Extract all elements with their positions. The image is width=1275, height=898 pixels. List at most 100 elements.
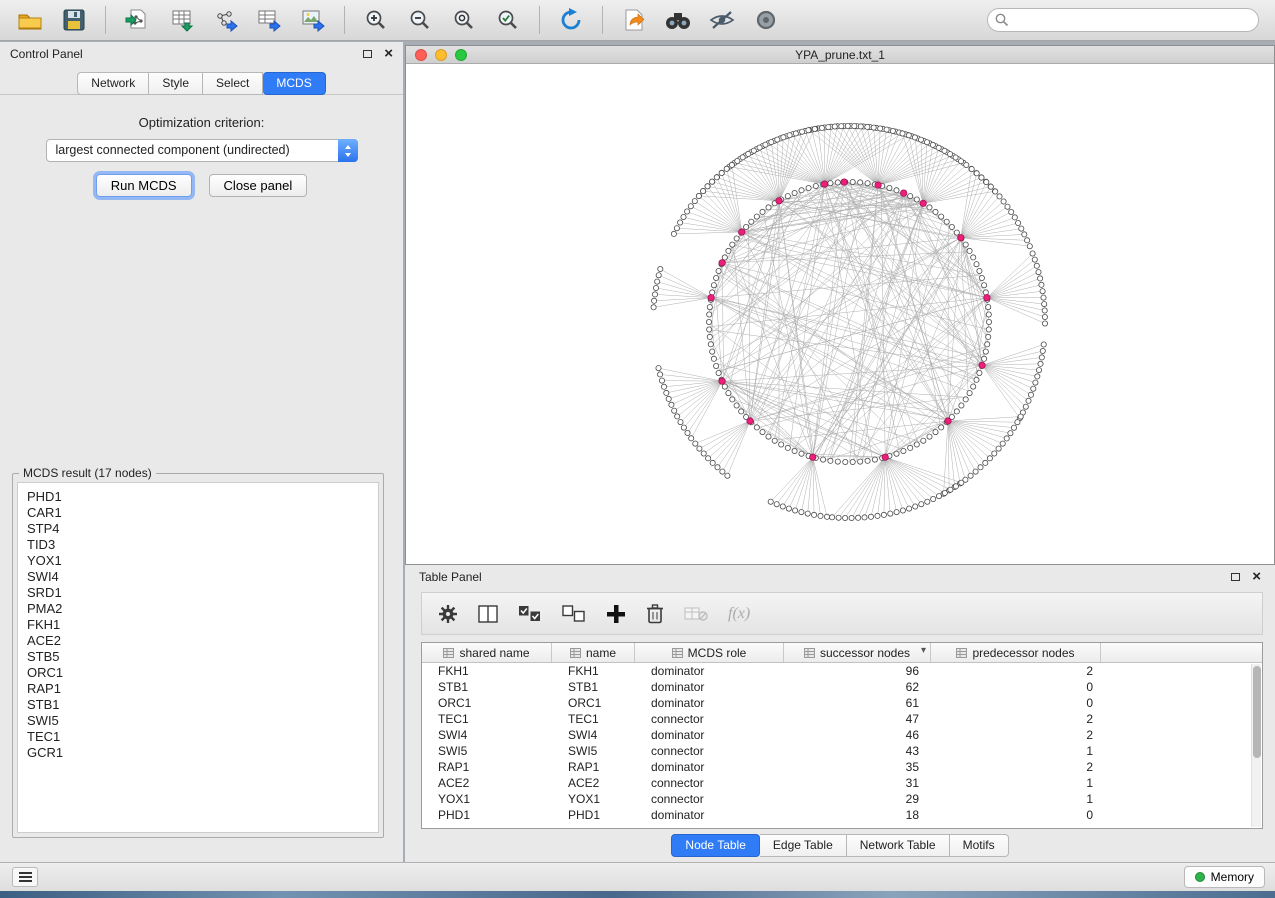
network-node[interactable] (757, 145, 762, 150)
network-node[interactable] (656, 366, 661, 371)
network-node[interactable] (914, 197, 919, 202)
close-panel-icon[interactable]: × (1252, 572, 1261, 582)
network-node[interactable] (1035, 374, 1040, 379)
network-node[interactable] (707, 327, 712, 332)
network-node[interactable] (818, 513, 823, 518)
network-node[interactable] (681, 214, 686, 219)
network-node[interactable] (678, 420, 683, 425)
network-node[interactable] (724, 166, 729, 171)
network-node[interactable] (828, 458, 833, 463)
tab-select[interactable]: Select (203, 72, 263, 95)
network-node[interactable] (901, 448, 906, 453)
mcds-result-item[interactable]: SWI5 (27, 713, 369, 729)
network-node[interactable] (1040, 348, 1045, 353)
network-hub-node[interactable] (882, 454, 888, 460)
show-eye-icon[interactable] (746, 3, 786, 37)
tab-network-table[interactable]: Network Table (847, 834, 950, 857)
network-node[interactable] (692, 199, 697, 204)
network-node[interactable] (865, 124, 870, 129)
network-node[interactable] (716, 268, 721, 273)
network-node[interactable] (688, 204, 693, 209)
network-node[interactable] (714, 175, 719, 180)
network-node[interactable] (734, 236, 739, 241)
network-node[interactable] (653, 285, 658, 290)
network-node[interactable] (875, 513, 880, 518)
network-node[interactable] (997, 194, 1002, 199)
open-folder-icon[interactable] (10, 3, 50, 37)
network-node[interactable] (843, 515, 848, 520)
network-node[interactable] (799, 188, 804, 193)
network-hub-node[interactable] (945, 418, 951, 424)
network-node[interactable] (786, 506, 791, 511)
network-node[interactable] (942, 490, 947, 495)
network-node[interactable] (1022, 232, 1027, 237)
network-node[interactable] (769, 140, 774, 145)
select-all-icon[interactable] (518, 605, 542, 623)
network-node[interactable] (792, 190, 797, 195)
network-hub-node[interactable] (776, 198, 782, 204)
network-node[interactable] (987, 456, 992, 461)
network-node[interactable] (793, 131, 798, 136)
network-node[interactable] (949, 224, 954, 229)
table-row[interactable]: SWI4SWI4dominator462 (422, 727, 1262, 743)
network-node[interactable] (675, 414, 680, 419)
network-node[interactable] (871, 125, 876, 130)
network-node[interactable] (890, 128, 895, 133)
network-node[interactable] (792, 448, 797, 453)
network-node[interactable] (1018, 414, 1023, 419)
refresh-icon[interactable] (551, 3, 591, 37)
network-node[interactable] (681, 425, 686, 430)
network-node[interactable] (766, 434, 771, 439)
network-window-titlebar[interactable]: YPA_prune.txt_1 (406, 46, 1274, 64)
table-row[interactable]: TEC1TEC1connector472 (422, 711, 1262, 727)
network-node[interactable] (936, 145, 941, 150)
network-node[interactable] (793, 508, 798, 513)
network-node[interactable] (983, 349, 988, 354)
network-node[interactable] (931, 496, 936, 501)
network-node[interactable] (799, 510, 804, 515)
network-node[interactable] (754, 425, 759, 430)
network-node[interactable] (967, 248, 972, 253)
network-node[interactable] (982, 356, 987, 361)
network-node[interactable] (722, 384, 727, 389)
network-node[interactable] (963, 397, 968, 402)
network-node[interactable] (865, 458, 870, 463)
export-network-icon[interactable] (205, 3, 245, 37)
network-node[interactable] (894, 188, 899, 193)
network-node[interactable] (1041, 295, 1046, 300)
mcds-result-item[interactable]: CAR1 (27, 505, 369, 521)
network-node[interactable] (856, 515, 861, 520)
network-node[interactable] (978, 465, 983, 470)
network-node[interactable] (878, 126, 883, 131)
network-node[interactable] (908, 445, 913, 450)
network-node[interactable] (685, 430, 690, 435)
network-hub-node[interactable] (979, 362, 985, 368)
network-node[interactable] (730, 242, 735, 247)
network-node[interactable] (979, 275, 984, 280)
network-node[interactable] (744, 224, 749, 229)
network-node[interactable] (986, 305, 991, 310)
network-node[interactable] (715, 465, 720, 470)
network-node[interactable] (930, 142, 935, 147)
network-node[interactable] (730, 397, 735, 402)
network-node[interactable] (746, 151, 751, 156)
mcds-result-item[interactable]: FKH1 (27, 617, 369, 633)
table-row[interactable]: PHD1PHD1dominator180 (422, 807, 1262, 823)
float-panel-icon[interactable] (363, 50, 372, 58)
network-node[interactable] (781, 135, 786, 140)
network-node[interactable] (705, 184, 710, 189)
network-node[interactable] (664, 390, 669, 395)
network-node[interactable] (1023, 404, 1028, 409)
network-node[interactable] (979, 175, 984, 180)
save-icon[interactable] (54, 3, 94, 37)
network-node[interactable] (655, 279, 660, 284)
network-node[interactable] (1015, 420, 1020, 425)
network-node[interactable] (772, 438, 777, 443)
network-node[interactable] (925, 499, 930, 504)
network-node[interactable] (707, 312, 712, 317)
network-node[interactable] (963, 242, 968, 247)
network-node[interactable] (711, 283, 716, 288)
network-node[interactable] (1001, 199, 1006, 204)
network-node[interactable] (858, 124, 863, 129)
network-node[interactable] (1026, 398, 1031, 403)
